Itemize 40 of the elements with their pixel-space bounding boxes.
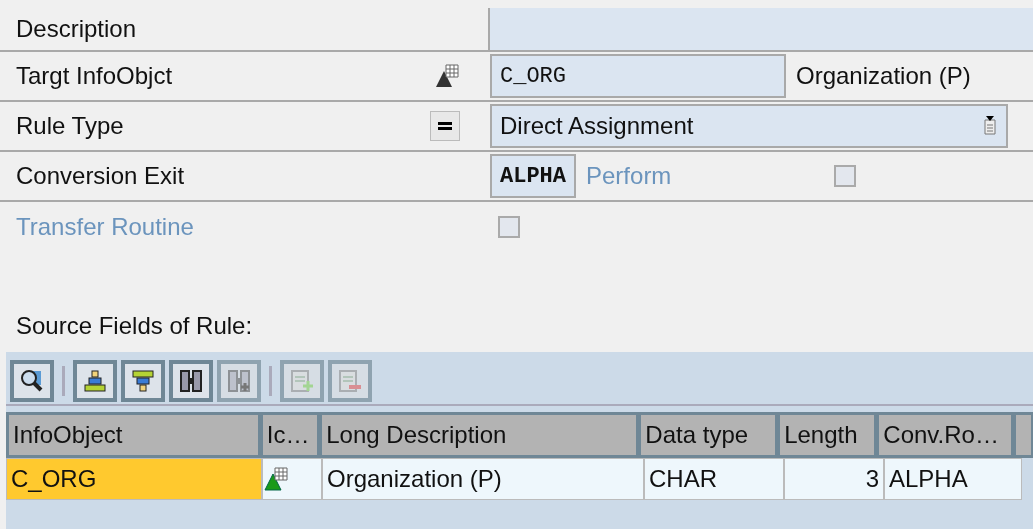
target-description: Organization (P)	[796, 62, 971, 90]
dropdown-icon	[982, 116, 998, 136]
details-button[interactable]	[10, 360, 54, 402]
field-label: Description	[16, 15, 137, 43]
column-header[interactable]: Conv.Ro…	[876, 412, 1014, 458]
equals-button[interactable]	[430, 111, 460, 141]
column-header[interactable]: Data type	[638, 412, 778, 458]
equals-icon	[438, 121, 452, 131]
column-header[interactable]: Ic…	[259, 412, 320, 458]
table-cell: CHAR	[644, 458, 784, 500]
field-label: Rule Type	[16, 112, 124, 140]
column-header[interactable]	[1013, 412, 1033, 458]
table-cell: 3	[784, 458, 884, 500]
sort-descending-button[interactable]	[121, 360, 165, 402]
add-row-icon	[289, 368, 315, 394]
magnifier-icon	[19, 368, 45, 394]
conversion-exit-field[interactable]: ALPHA	[490, 154, 576, 198]
binoculars-plus-icon	[226, 368, 252, 394]
column-header[interactable]: Long Description	[319, 412, 639, 458]
pyramid-icon	[82, 368, 108, 394]
remove-row-icon	[337, 368, 363, 394]
target-field[interactable]: C_ORG	[490, 54, 786, 98]
field-label: Targt InfoObjct	[16, 62, 173, 90]
column-header[interactable]: InfoObject	[6, 412, 260, 458]
table-cell: ALPHA	[884, 458, 1022, 500]
column-header[interactable]: Length	[777, 412, 877, 458]
rule-type-dropdown[interactable]: Direct Assignment	[490, 104, 1008, 148]
table-cell[interactable]: C_ORG	[6, 458, 262, 500]
binoculars-icon	[178, 368, 204, 394]
inverted-pyramid-icon	[130, 368, 156, 394]
find-button[interactable]	[169, 360, 213, 402]
checkbox-label: Perform	[586, 162, 672, 190]
description-field[interactable]	[488, 8, 1033, 50]
field-label: Conversion Exit	[16, 162, 185, 190]
triangle-grid-icon	[263, 466, 289, 492]
section-title: Source Fields of Rule:	[16, 312, 254, 341]
checkbox-label: Transfer Routine	[16, 213, 194, 241]
sort-ascending-button[interactable]	[73, 360, 117, 402]
table-cell: Organization (P)	[322, 458, 644, 500]
triangle-grid-icon	[434, 63, 460, 89]
